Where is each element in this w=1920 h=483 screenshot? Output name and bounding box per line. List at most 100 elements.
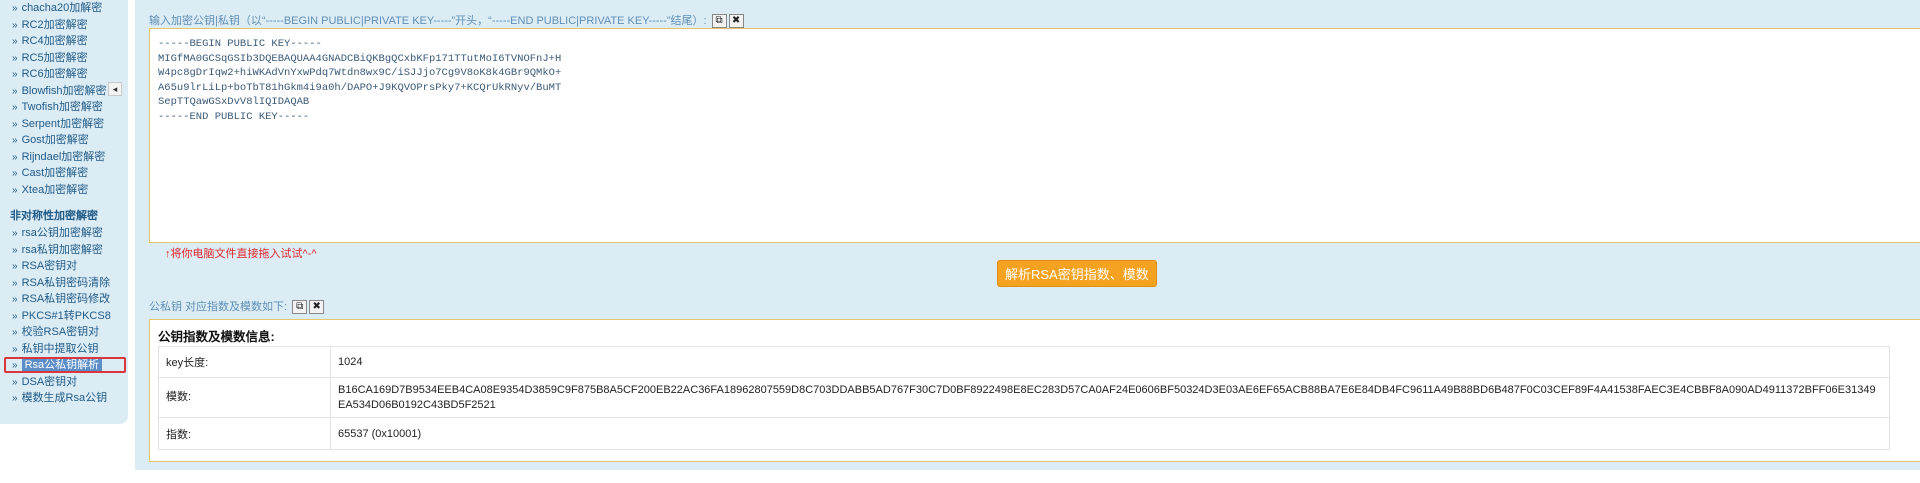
sidebar-item-label: Rijndael加密解密: [21, 150, 106, 163]
sidebar-item-pkcs1-to-pkcs8[interactable]: » PKCS#1转PKCS8: [0, 308, 128, 325]
table-row: 指数: 65537 (0x10001): [158, 417, 1890, 450]
input-field-label-row: 输入加密公钥|私钥（以“-----BEGIN PUBLIC|PRIVATE KE…: [149, 12, 744, 29]
sidebar-item-label: RC2加密解密: [21, 18, 88, 31]
sidebar-item-rsa-password-change[interactable]: » RSA私钥密码修改: [0, 291, 128, 308]
chevron-right-icon: »: [12, 102, 18, 113]
table-row: key长度: 1024: [158, 346, 1890, 378]
chevron-right-icon: »: [12, 184, 18, 196]
sidebar-item-rc6[interactable]: » RC6加密解密: [0, 66, 128, 83]
table-cell-key: 指数:: [158, 417, 331, 450]
chevron-right-icon: »: [12, 135, 18, 146]
sidebar-item-rsa-public-encrypt[interactable]: » rsa公钥加密解密: [0, 225, 128, 242]
copy-input-button[interactable]: ⧉: [711, 14, 727, 29]
chevron-right-icon: »: [12, 244, 18, 256]
sidebar-item-label: PKCS#1转PKCS8: [21, 309, 111, 322]
sidebar-item-rc2[interactable]: » RC2加密解密: [0, 17, 128, 34]
clear-output-button[interactable]: ✖: [309, 300, 325, 315]
sidebar-item-label: 模数生成Rsa公钥: [21, 392, 108, 404]
chevron-right-icon: »: [12, 3, 18, 14]
copy-icon: ⧉: [715, 15, 723, 27]
sidebar-item-label: Cast加密解密: [21, 167, 89, 179]
sidebar-item-rc4[interactable]: » RC4加密解密: [0, 33, 128, 50]
chevron-right-icon: »: [12, 261, 18, 272]
table-cell-value: 1024: [330, 346, 1890, 378]
result-box: 公钥指数及模数信息: key长度: 1024 模数: B16CA169D7B95…: [149, 319, 1920, 462]
sidebar-item-gost[interactable]: » Gost加密解密: [0, 132, 128, 149]
sidebar-item-rsa-key-parse[interactable]: » Rsa公私钥解析: [0, 357, 128, 374]
chevron-right-icon: »: [12, 19, 18, 31]
table-cell-value: B16CA169D7B9534EEB4CA08E9354D3859C9F875B…: [330, 377, 1890, 418]
sidebar-item-label: RC6加密解密: [21, 68, 88, 80]
key-input-textarea[interactable]: -----BEGIN PUBLIC KEY----- MIGfMA0GCSqGS…: [149, 28, 1920, 243]
chevron-right-icon: »: [12, 151, 18, 163]
sidebar-item-xtea[interactable]: » Xtea加密解密: [0, 182, 128, 199]
sidebar-item-extract-public-key[interactable]: » 私钥中提取公钥: [0, 341, 128, 358]
table-cell-value: 65537 (0x10001): [330, 417, 1890, 450]
copy-icon: ⧉: [296, 301, 304, 313]
clear-input-button[interactable]: ✖: [728, 14, 744, 29]
sidebar-section-heading: 非对称性加密解密: [10, 210, 98, 222]
sidebar-menu-symmetric: » chacha20加解密 » RC2加密解密 » RC4加密解密 » RC5加密解密 …: [0, 0, 128, 198]
active-highlight-box: [4, 357, 126, 373]
sidebar-item-label: RSA私钥密码清除: [21, 276, 111, 289]
sidebar-item-rc5[interactable]: » RC5加密解密: [0, 50, 128, 67]
table-cell-key: 模数:: [158, 377, 331, 418]
sidebar-item-rsa-private-encrypt[interactable]: » rsa私钥加密解密: [0, 242, 128, 259]
sidebar-item-rijndael[interactable]: » Rijndael加密解密: [0, 149, 128, 166]
input-field-label: 输入加密公钥|私钥（以“-----BEGIN PUBLIC|PRIVATE KE…: [149, 15, 707, 27]
sidebar-item-label: RSA私钥密码修改: [21, 293, 111, 305]
sidebar-item-label: chacha20加解密: [21, 2, 103, 14]
chevron-right-icon: »: [12, 310, 18, 322]
close-icon: ✖: [731, 15, 741, 27]
sidebar-item-label: Serpent加密解密: [21, 117, 105, 130]
sidebar-item-label: Twofish加密解密: [21, 101, 103, 113]
sidebar-item-chacha20[interactable]: » chacha20加解密: [0, 0, 128, 17]
table-cell-key: key长度:: [158, 346, 331, 378]
sidebar-item-serpent[interactable]: » Serpent加密解密: [0, 116, 128, 133]
sidebar-item-label: rsa公钥加密解密: [21, 227, 103, 239]
sidebar-item-cast[interactable]: » Cast加密解密: [0, 165, 128, 182]
sidebar-item-label: RC5加密解密: [21, 51, 88, 64]
drag-drop-hint: ↑将你电脑文件直接拖入试试^-^: [165, 248, 317, 260]
sidebar-collapse-button[interactable]: ◂: [108, 82, 122, 96]
chevron-right-icon: »: [12, 168, 18, 179]
chevron-right-icon: »: [12, 277, 18, 289]
chevron-right-icon: »: [12, 36, 18, 47]
copy-output-button[interactable]: ⧉: [292, 300, 308, 315]
sidebar-item-label: Xtea加密解密: [21, 183, 89, 196]
close-icon: ✖: [312, 301, 321, 313]
sidebar-item-dsa-keypair[interactable]: » DSA密钥对: [0, 374, 128, 391]
sidebar-item-label: 私钥中提取公钥: [21, 342, 99, 355]
sidebar-item-label: rsa私钥加密解密: [21, 243, 103, 256]
main-panel: 输入加密公钥|私钥（以“-----BEGIN PUBLIC|PRIVATE KE…: [135, 0, 1920, 470]
chevron-right-icon: »: [12, 393, 18, 404]
chevron-right-icon: »: [12, 327, 18, 338]
sidebar-item-label: RC4加密解密: [21, 35, 88, 47]
chevron-right-icon: »: [12, 228, 18, 239]
chevron-right-icon: »: [12, 52, 18, 64]
sidebar-menu-asymmetric: » rsa公钥加密解密 » rsa私钥加密解密 » RSA密钥对 » RSA私钥密码清除…: [0, 225, 128, 407]
sidebar-item-label: Gost加密解密: [21, 134, 89, 146]
chevron-left-icon: ◂: [112, 84, 118, 94]
result-table: key长度: 1024 模数: B16CA169D7B9534EEB4CA08E…: [158, 346, 1890, 450]
table-row: 模数: B16CA169D7B9534EEB4CA08E9354D3859C9F…: [158, 377, 1890, 418]
sidebar-item-label: 校验RSA密钥对: [21, 326, 100, 338]
result-title: 公钥指数及模数信息:: [158, 330, 275, 344]
output-field-label-row: 公私钥 对应指数及模数如下: ⧉ ✖: [149, 298, 325, 315]
chevron-right-icon: »: [12, 376, 18, 388]
sidebar-item-twofish[interactable]: » Twofish加密解密: [0, 99, 128, 116]
chevron-right-icon: »: [12, 69, 18, 80]
output-field-label: 公私钥 对应指数及模数如下:: [149, 301, 288, 313]
sidebar-item-label: Blowfish加密解密: [21, 84, 107, 97]
chevron-right-icon: »: [12, 118, 18, 130]
sidebar: » chacha20加解密 » RC2加密解密 » RC4加密解密 » RC5加密解密 …: [0, 0, 128, 424]
sidebar-item-verify-keypair[interactable]: » 校验RSA密钥对: [0, 324, 128, 341]
parse-rsa-key-button[interactable]: 解析RSA密钥指数、模数: [997, 260, 1157, 287]
sidebar-item-modulus-to-public-key[interactable]: » 模数生成Rsa公钥: [0, 390, 128, 407]
chevron-right-icon: »: [12, 294, 18, 305]
chevron-right-icon: »: [12, 85, 18, 97]
sidebar-item-rsa-keypair[interactable]: » RSA密钥对: [0, 258, 128, 275]
sidebar-item-rsa-password-clear[interactable]: » RSA私钥密码清除: [0, 275, 128, 292]
sidebar-item-label: RSA密钥对: [21, 260, 78, 272]
chevron-right-icon: »: [12, 343, 18, 355]
